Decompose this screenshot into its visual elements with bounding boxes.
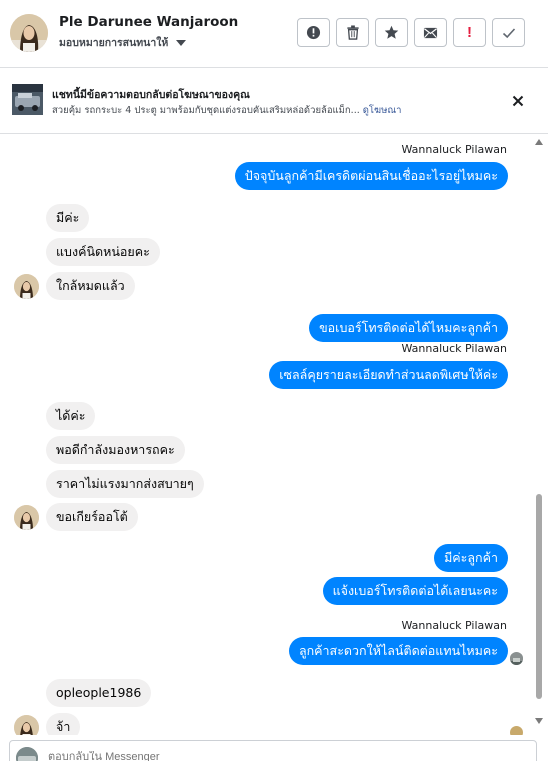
message-bubble-incoming[interactable]: พอดีกำลังมองหารถคะ bbox=[46, 436, 185, 464]
reply-input[interactable] bbox=[48, 751, 518, 761]
view-ad-link[interactable]: ดูโฆษณา bbox=[363, 105, 402, 116]
ad-description: สวยคุ้ม รถกระบะ 4 ประตู มาพร้อมกับชุดแต่… bbox=[52, 103, 402, 118]
contact-avatar[interactable] bbox=[10, 14, 48, 52]
message-bubble-incoming[interactable]: แบงค์นิดหน่อยคะ bbox=[46, 238, 160, 266]
message-bubble-outgoing[interactable]: ลูกค้าสะดวกให้ไลน์ติดต่อแทนไหมคะ bbox=[288, 637, 508, 665]
conversation-toolbar: ! bbox=[297, 18, 525, 47]
contact-avatar-small[interactable] bbox=[14, 715, 39, 735]
ad-description-text: สวยคุ้ม รถกระบะ 4 ประตู มาพร้อมกับชุดแต่… bbox=[52, 105, 360, 116]
message-bubble-incoming[interactable]: จ้า bbox=[46, 713, 81, 735]
message-bubble-incoming[interactable]: ใกล้หมดแล้ว bbox=[46, 272, 135, 300]
trash-icon bbox=[346, 25, 359, 40]
ad-thumbnail[interactable] bbox=[12, 84, 43, 115]
thread-scrollbar[interactable] bbox=[533, 134, 545, 735]
mark-unread-button[interactable] bbox=[414, 18, 447, 47]
message-bubble-incoming[interactable]: มีค่ะ bbox=[46, 204, 90, 232]
assign-label: มอบหมายการสนทนาให้ bbox=[59, 37, 169, 49]
message-bubble-incoming[interactable]: ได้ค่ะ bbox=[46, 402, 96, 430]
envelope-icon bbox=[423, 27, 438, 39]
message-bubble-incoming[interactable]: ขอเกียร์ออโต้ bbox=[46, 503, 138, 531]
message-thread[interactable]: Wannaluck Pilawan ปัจจุบันลูกค้ามีเครดิต… bbox=[0, 134, 548, 735]
message-bubble-outgoing[interactable]: ขอเบอร์โทรติดต่อได้ไหมคะลูกค้า bbox=[309, 314, 508, 342]
chevron-down-icon bbox=[176, 40, 187, 46]
done-button[interactable] bbox=[492, 18, 525, 47]
close-icon bbox=[512, 95, 524, 107]
important-button[interactable]: ! bbox=[453, 18, 486, 47]
star-button[interactable] bbox=[375, 18, 408, 47]
page-avatar bbox=[16, 747, 38, 761]
seen-receipt-avatar bbox=[510, 726, 523, 735]
scroll-up-arrow-icon[interactable] bbox=[535, 139, 543, 145]
message-bubble-outgoing[interactable]: ปัจจุบันลูกค้ามีเครดิตผ่อนสินเชื่ออะไรอย… bbox=[234, 162, 508, 190]
conversation-header: Ple Darunee Wanjaroon มอบหมายการสนทนาให้ bbox=[0, 0, 548, 68]
message-bubble-incoming[interactable]: opleople1986 bbox=[46, 679, 152, 707]
sender-name: Wannaluck Pilawan bbox=[401, 342, 508, 355]
contact-avatar-small[interactable] bbox=[14, 274, 39, 299]
contact-avatar-small[interactable] bbox=[14, 505, 39, 530]
seen-receipt-avatar bbox=[510, 652, 523, 665]
message-bubble-outgoing[interactable]: มีค่ะลูกค้า bbox=[434, 544, 508, 572]
star-icon bbox=[384, 25, 399, 39]
message-bubble-outgoing[interactable]: เซลล์คุยรายละเอียดทำส่วนลดพิเศษให้ค่ะ bbox=[269, 361, 508, 389]
sender-name: Wannaluck Pilawan bbox=[401, 619, 508, 632]
message-bubble-outgoing[interactable]: แจ้งเบอร์โทรติดต่อได้เลยนะคะ bbox=[322, 577, 508, 605]
reply-composer[interactable] bbox=[9, 740, 537, 761]
ad-reply-banner: แชทนี้มีข้อความตอบกลับต่อโฆษณาของคุณ สวย… bbox=[0, 68, 548, 134]
alert-circle-icon bbox=[306, 25, 321, 40]
close-banner-button[interactable] bbox=[509, 92, 527, 110]
assign-conversation-dropdown[interactable]: มอบหมายการสนทนาให้ bbox=[59, 34, 187, 51]
contact-name[interactable]: Ple Darunee Wanjaroon bbox=[59, 14, 238, 30]
spam-button[interactable] bbox=[297, 18, 330, 47]
scroll-down-arrow-icon[interactable] bbox=[535, 718, 543, 724]
delete-button[interactable] bbox=[336, 18, 369, 47]
exclamation-icon: ! bbox=[467, 24, 472, 41]
sender-name: Wannaluck Pilawan bbox=[401, 143, 508, 156]
scrollbar-thumb[interactable] bbox=[536, 494, 542, 699]
message-bubble-incoming[interactable]: ราคาไม่แรงมากส่งสบายๆ bbox=[46, 470, 204, 498]
check-icon bbox=[502, 27, 515, 38]
ad-title: แชทนี้มีข้อความตอบกลับต่อโฆษณาของคุณ bbox=[52, 89, 250, 101]
